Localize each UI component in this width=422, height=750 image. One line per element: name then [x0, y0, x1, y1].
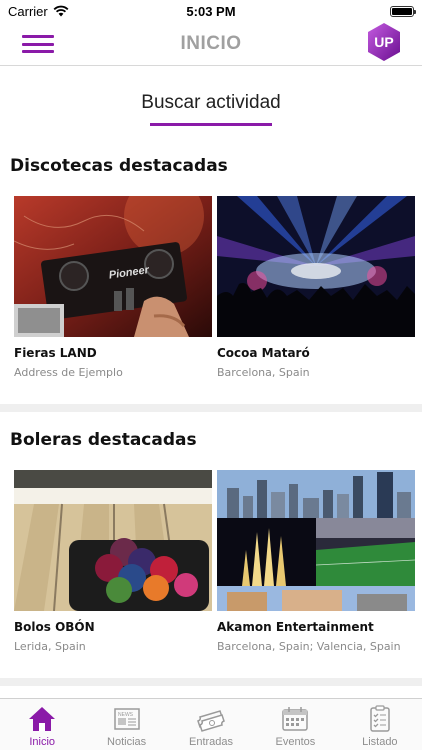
tab-listado[interactable]: Listado: [338, 699, 422, 750]
venue-name: Akamon Entertainment: [217, 620, 374, 634]
tab-entradas[interactable]: Entradas: [169, 699, 253, 750]
venue-image: [217, 196, 415, 337]
venue-address: Barcelona, Spain: [217, 366, 310, 379]
venue-card-fieras-land[interactable]: Pioneer Fieras LAND Address de Ejemplo: [14, 196, 212, 379]
tab-bar: Inicio NEWS Noticias Entradas Eventos Li…: [0, 698, 422, 750]
search-activity-button[interactable]: Buscar actividad: [141, 92, 280, 114]
section-divider: [0, 404, 422, 412]
section-title-discotecas: Discotecas destacadas: [10, 156, 228, 176]
hamburger-icon-line: [22, 50, 54, 53]
tab-eventos[interactable]: Eventos: [253, 699, 337, 750]
navigation-bar: INICIO UP: [0, 22, 422, 66]
tab-label: Entradas: [189, 736, 234, 748]
search-section: Buscar actividad: [0, 92, 422, 126]
tab-label: Inicio: [29, 736, 56, 748]
venue-card-bolos-obon[interactable]: Bolos OBÓN Lerida, Spain: [14, 470, 212, 653]
venue-card-akamon-entertainment[interactable]: Akamon Entertainment Barcelona, Spain; V…: [217, 470, 415, 653]
svg-text:NEWS: NEWS: [118, 712, 134, 718]
wifi-icon: [53, 5, 69, 17]
up-logo-icon[interactable]: UP: [366, 22, 402, 62]
carrier-label: Carrier: [8, 3, 48, 19]
hamburger-icon-line: [22, 35, 54, 38]
hamburger-icon-line: [22, 42, 54, 46]
section-divider: [0, 678, 422, 686]
venue-address: Address de Ejemplo: [14, 366, 123, 379]
search-underline: [150, 123, 272, 126]
venue-name: Bolos OBÓN: [14, 620, 95, 634]
tab-noticias[interactable]: NEWS Noticias: [84, 699, 168, 750]
ticket-icon: [197, 710, 225, 732]
page-title: INICIO: [180, 32, 242, 54]
menu-button[interactable]: [22, 35, 54, 53]
tab-label: Eventos: [275, 736, 316, 748]
venue-image: [217, 470, 415, 611]
logo-text: UP: [374, 34, 393, 50]
calendar-icon: [282, 707, 309, 731]
venue-address: Barcelona, Spain; Valencia, Spain: [217, 640, 401, 653]
venue-name: Cocoa Mataró: [217, 346, 310, 360]
checklist-icon: [370, 705, 390, 732]
venue-address: Lerida, Spain: [14, 640, 86, 653]
status-bar: Carrier 5:03 PM: [0, 0, 422, 22]
tab-label: Noticias: [107, 736, 147, 748]
tab-inicio[interactable]: Inicio: [0, 699, 84, 750]
venue-card-cocoa-mataro[interactable]: Cocoa Mataró Barcelona, Spain: [217, 196, 415, 379]
venue-name: Fieras LAND: [14, 346, 97, 360]
venue-image: [14, 470, 212, 611]
newspaper-icon: NEWS: [113, 708, 140, 730]
home-icon: [29, 707, 56, 731]
section-title-boleras: Boleras destacadas: [10, 430, 197, 450]
tab-label: Listado: [362, 736, 398, 748]
battery-icon: [390, 5, 416, 17]
venue-image: Pioneer: [14, 196, 212, 337]
